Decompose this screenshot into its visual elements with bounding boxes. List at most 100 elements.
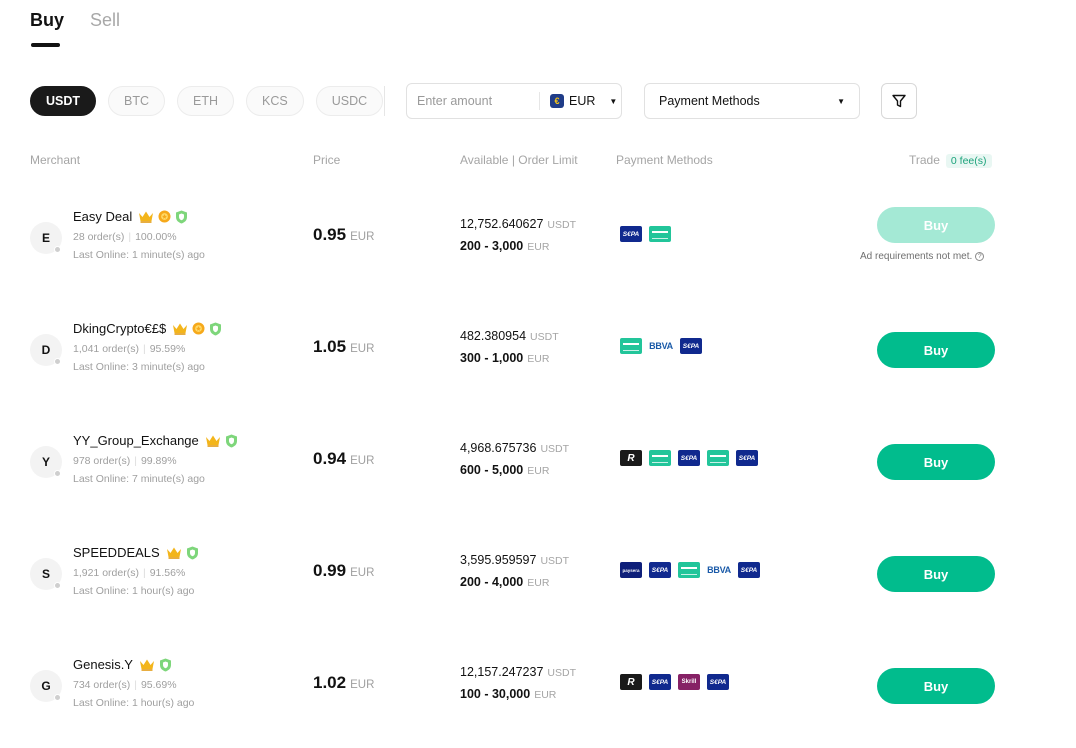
merchant-name[interactable]: YY_Group_Exchange [73,433,199,448]
fee-badge: 0 fee(s) [945,154,992,168]
payment-card-icon [620,338,642,354]
buy-button[interactable]: Buy [877,444,995,480]
avatar-initial: Y [41,455,50,469]
payment-methods-select[interactable]: Payment Methods ▼ [644,83,860,119]
header-trade-label: Trade [909,153,940,167]
avatar[interactable]: S [30,558,62,590]
avatar-initial: E [41,231,50,245]
active-tab-indicator [31,43,60,47]
payment-sepa-icon: S€PA [649,562,671,578]
merchant-stats: 1,041 order(s) | 95.59% [73,343,185,355]
merchant-row: D DkingCrypto€£$ 1,041 order(s) | 95.59% Last… [0,292,1076,404]
crown-icon [166,547,181,559]
last-online: Last Online: 7 minute(s) ago [73,473,205,485]
merchant-name-line: Easy Deal [73,209,188,224]
online-status-dot [54,694,61,701]
last-online: Last Online: 3 minute(s) ago [73,361,205,373]
completion-rate: 100.00% [135,231,177,243]
price-value: 0.95 [313,225,347,244]
payment-methods-label: Payment Methods [659,94,760,108]
crown-icon [139,659,154,671]
buy-button[interactable]: Buy [877,332,995,368]
currency-label: EUR [569,94,596,108]
shield-icon [159,658,171,671]
buy-button[interactable]: Buy [877,668,995,704]
available-unit: USDT [530,331,559,343]
payment-methods: R S€PA Skrill S€PA [620,674,729,690]
trade-tabs: Buy Sell [30,8,120,32]
available-unit: USDT [540,443,570,455]
coin-kcs[interactable]: KCS [246,86,304,116]
available-amount: 12,157.247237 USDT [460,665,576,679]
price-currency: EUR [350,567,375,579]
shield-icon [210,322,222,335]
available-value: 4,968.675736 [460,441,537,455]
last-online: Last Online: 1 hour(s) ago [73,697,195,709]
payment-sepa-icon: S€PA [678,450,700,466]
limit-unit: EUR [527,353,550,365]
limit-value: 100 - 30,000 [460,687,531,701]
shield-icon [225,434,237,447]
limit-value: 600 - 5,000 [460,463,524,477]
amount-field: € EUR ▼ [406,83,622,119]
order-limit: 600 - 5,000 EUR [460,463,549,477]
stats-divider: | [134,455,137,467]
coin-usdt[interactable]: USDT [30,86,97,116]
order-count: 978 order(s) [73,455,131,467]
online-status-dot [54,246,61,253]
payment-sepa-icon: S€PA [649,674,671,690]
available-unit: USDT [547,667,577,679]
avatar[interactable]: G [30,670,62,702]
ad-requirements-note: Ad requirements not met.? [860,251,985,262]
header-merchant: Merchant [30,153,81,167]
merchant-name[interactable]: DkingCrypto€£$ [73,321,166,336]
limit-value: 200 - 3,000 [460,239,524,253]
price-value: 1.02 [313,673,347,692]
stats-divider: | [134,679,137,691]
price: 0.94 EUR [313,449,374,469]
buy-button[interactable]: Buy [877,556,995,592]
coin-usdc[interactable]: USDC [315,86,384,116]
buy-button[interactable]: Buy [877,207,995,243]
price: 0.95 EUR [313,225,374,245]
amount-input[interactable] [417,94,535,108]
merchant-stats: 978 order(s) | 99.89% [73,455,177,467]
order-limit: 200 - 4,000 EUR [460,575,549,589]
payment-bbva-icon: BBVA [707,565,731,575]
limit-unit: EUR [527,577,550,589]
currency-select[interactable]: € EUR ▼ [550,94,617,108]
filter-button[interactable] [881,83,917,119]
order-count: 1,921 order(s) [73,567,139,579]
avatar[interactable]: D [30,334,62,366]
coin-eth[interactable]: ETH [177,86,235,116]
coin-btc[interactable]: BTC [108,86,166,116]
tab-sell[interactable]: Sell [90,8,120,32]
merchant-name-line: Genesis.Y [73,657,172,672]
price: 0.99 EUR [313,561,374,581]
merchant-name[interactable]: Easy Deal [73,209,132,224]
avatar[interactable]: E [30,222,62,254]
stats-divider: | [142,343,146,355]
completion-rate: 91.56% [149,567,186,579]
payment-sepa-icon: S€PA [707,674,729,690]
available-unit: USDT [547,219,577,231]
order-count: 734 order(s) [73,679,131,691]
limit-unit: EUR [527,465,550,477]
price-currency: EUR [350,231,375,243]
payment-card-icon [649,450,671,466]
ad-requirements-text: Ad requirements not met. [860,251,973,262]
tab-buy[interactable]: Buy [30,8,64,32]
payment-sepa-icon: S€PA [736,450,758,466]
merchant-stats: 1,921 order(s) | 91.56% [73,567,185,579]
payment-card-icon [678,562,700,578]
available-value: 12,752.640627 [460,217,544,231]
last-online: Last Online: 1 hour(s) ago [73,585,195,597]
price: 1.05 EUR [313,337,374,357]
merchant-name[interactable]: SPEEDDEALS [73,545,160,560]
avatar[interactable]: Y [30,446,62,478]
stats-divider: | [142,567,146,579]
merchant-name[interactable]: Genesis.Y [73,657,133,672]
merchant-name-line: YY_Group_Exchange [73,433,238,448]
price-value: 0.94 [313,449,347,468]
info-icon[interactable]: ? [975,252,985,261]
